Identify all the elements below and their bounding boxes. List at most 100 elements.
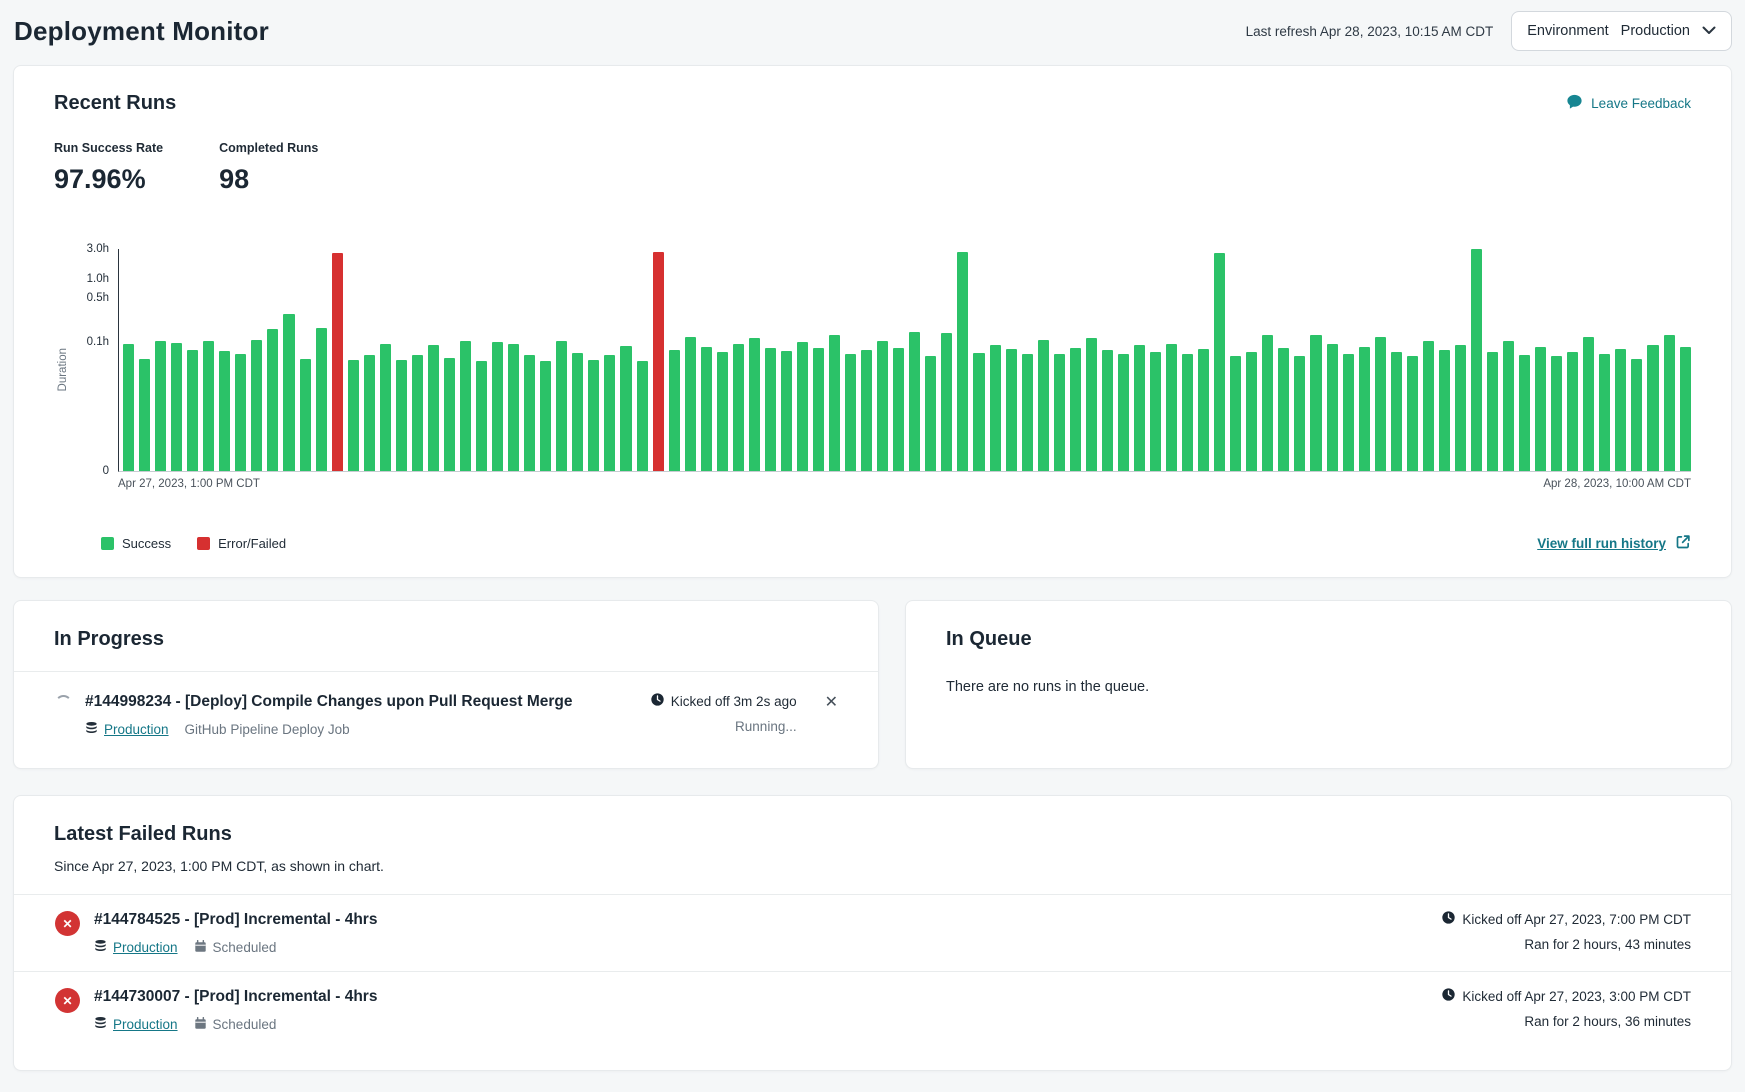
run-bar-success[interactable] (1343, 354, 1354, 471)
run-bar-success[interactable] (733, 344, 744, 472)
run-bar-success[interactable] (1519, 355, 1530, 471)
run-bar-success[interactable] (1359, 347, 1370, 471)
run-bar-success[interactable] (139, 359, 150, 472)
run-bar-success[interactable] (508, 344, 519, 471)
run-bar-success[interactable] (203, 341, 214, 471)
run-bar-failed[interactable] (332, 253, 343, 471)
run-bar-success[interactable] (1070, 348, 1081, 471)
run-bar-success[interactable] (1680, 347, 1691, 471)
run-bar-success[interactable] (941, 333, 952, 471)
run-bar-success[interactable] (428, 345, 439, 471)
run-bar-success[interactable] (1567, 352, 1578, 471)
run-bar-success[interactable] (1038, 340, 1049, 472)
run-bar-success[interactable] (235, 354, 246, 471)
run-bar-success[interactable] (1455, 345, 1466, 471)
run-bar-success[interactable] (620, 346, 631, 471)
failed-run-environment-link[interactable]: Production (113, 1017, 178, 1032)
run-bar-success[interactable] (701, 347, 712, 471)
run-bar-success[interactable] (1631, 359, 1642, 472)
run-bar-success[interactable] (283, 314, 294, 471)
run-bar-success[interactable] (1294, 356, 1305, 471)
run-bar-success[interactable] (877, 341, 888, 471)
run-bar-success[interactable] (348, 360, 359, 472)
run-bar-success[interactable] (1198, 349, 1209, 471)
run-bar-failed[interactable] (653, 252, 664, 471)
run-bar-success[interactable] (476, 361, 487, 472)
run-bar-success[interactable] (1535, 347, 1546, 471)
run-bar-success[interactable] (540, 361, 551, 472)
run-bar-success[interactable] (1182, 354, 1193, 472)
run-bar-success[interactable] (1471, 249, 1482, 471)
run-bar-success[interactable] (781, 351, 792, 471)
run-bar-success[interactable] (171, 343, 182, 471)
run-bar-success[interactable] (1102, 350, 1113, 471)
run-bar-success[interactable] (973, 353, 984, 471)
run-bar-success[interactable] (1487, 352, 1498, 471)
in-progress-environment-link[interactable]: Production (104, 722, 169, 737)
run-bar-success[interactable] (444, 358, 455, 472)
run-bar-success[interactable] (1310, 335, 1321, 471)
run-bar-success[interactable] (588, 360, 599, 471)
run-bar-success[interactable] (1503, 341, 1514, 471)
run-bar-success[interactable] (267, 329, 278, 471)
run-bar-success[interactable] (492, 342, 503, 471)
failed-run-environment-link[interactable]: Production (113, 940, 178, 955)
run-bar-success[interactable] (155, 341, 166, 471)
environment-dropdown[interactable]: Environment Production (1511, 11, 1732, 51)
run-bar-success[interactable] (604, 355, 615, 471)
run-bar-success[interactable] (460, 341, 471, 471)
run-bar-success[interactable] (1551, 356, 1562, 471)
run-bar-success[interactable] (364, 355, 375, 471)
run-bar-success[interactable] (1230, 356, 1241, 471)
run-bar-success[interactable] (1214, 253, 1225, 472)
leave-feedback-link[interactable]: Leave Feedback (1566, 94, 1691, 113)
run-bar-success[interactable] (957, 252, 968, 471)
run-bar-success[interactable] (990, 345, 1001, 471)
run-bar-success[interactable] (1086, 338, 1097, 471)
run-bar-success[interactable] (1599, 354, 1610, 471)
run-bar-success[interactable] (797, 342, 808, 471)
close-icon[interactable]: ✕ (825, 694, 838, 711)
run-bar-success[interactable] (1118, 354, 1129, 471)
run-bar-success[interactable] (556, 341, 567, 471)
run-bar-success[interactable] (524, 355, 535, 471)
run-bar-success[interactable] (637, 361, 648, 471)
run-bar-success[interactable] (925, 356, 936, 471)
run-bar-success[interactable] (1246, 352, 1257, 471)
run-bar-success[interactable] (316, 328, 327, 471)
run-bar-success[interactable] (749, 338, 760, 471)
run-bar-success[interactable] (396, 360, 407, 471)
run-bar-success[interactable] (412, 355, 423, 471)
view-full-run-history-link[interactable]: View full run history (1537, 534, 1691, 553)
run-bar-success[interactable] (685, 337, 696, 471)
run-bar-success[interactable] (765, 348, 776, 471)
run-bar-success[interactable] (1022, 354, 1033, 471)
run-bar-success[interactable] (1134, 345, 1145, 471)
run-bar-success[interactable] (1006, 349, 1017, 471)
run-bar-success[interactable] (669, 350, 680, 471)
run-bar-success[interactable] (717, 352, 728, 471)
run-bar-success[interactable] (123, 344, 134, 472)
run-bar-success[interactable] (829, 335, 840, 471)
run-bar-success[interactable] (1615, 349, 1626, 471)
run-bar-success[interactable] (1407, 356, 1418, 471)
run-bar-success[interactable] (572, 353, 583, 471)
run-bar-success[interactable] (1391, 352, 1402, 471)
run-bar-success[interactable] (1166, 344, 1177, 472)
run-bar-success[interactable] (1664, 335, 1675, 471)
run-bar-success[interactable] (813, 348, 824, 472)
run-bar-success[interactable] (380, 344, 391, 471)
run-bar-success[interactable] (909, 332, 920, 471)
run-bar-success[interactable] (1423, 341, 1434, 471)
run-bar-success[interactable] (1439, 350, 1450, 471)
run-bar-success[interactable] (187, 350, 198, 471)
run-bar-success[interactable] (251, 340, 262, 471)
run-bar-success[interactable] (861, 350, 872, 471)
run-bar-success[interactable] (1278, 348, 1289, 471)
run-bar-success[interactable] (1583, 337, 1594, 471)
run-bar-success[interactable] (1375, 337, 1386, 471)
run-bar-success[interactable] (1150, 352, 1161, 471)
run-bar-success[interactable] (1054, 354, 1065, 471)
run-bar-success[interactable] (1647, 345, 1658, 471)
run-bar-success[interactable] (893, 348, 904, 471)
